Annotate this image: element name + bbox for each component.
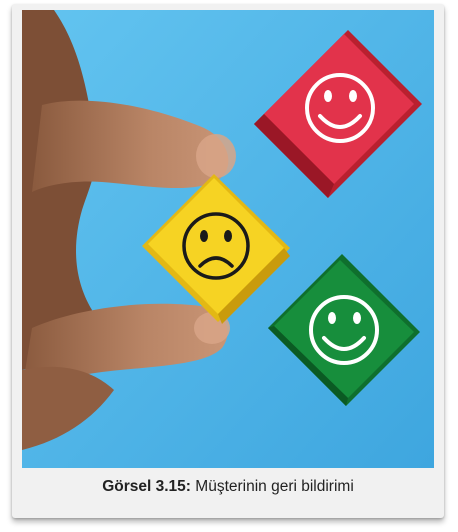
caption-label: Görsel 3.15: <box>102 478 191 495</box>
figure-caption: Görsel 3.15: Müşterinin geri bildirimi <box>12 478 444 496</box>
caption-text: Müşterinin geri bildirimi <box>195 478 354 495</box>
feedback-cubes-photo <box>22 10 434 468</box>
photo <box>22 10 434 468</box>
page: Görsel 3.15: Müşterinin geri bildirimi <box>0 0 458 532</box>
upper-fingernail <box>196 134 236 178</box>
